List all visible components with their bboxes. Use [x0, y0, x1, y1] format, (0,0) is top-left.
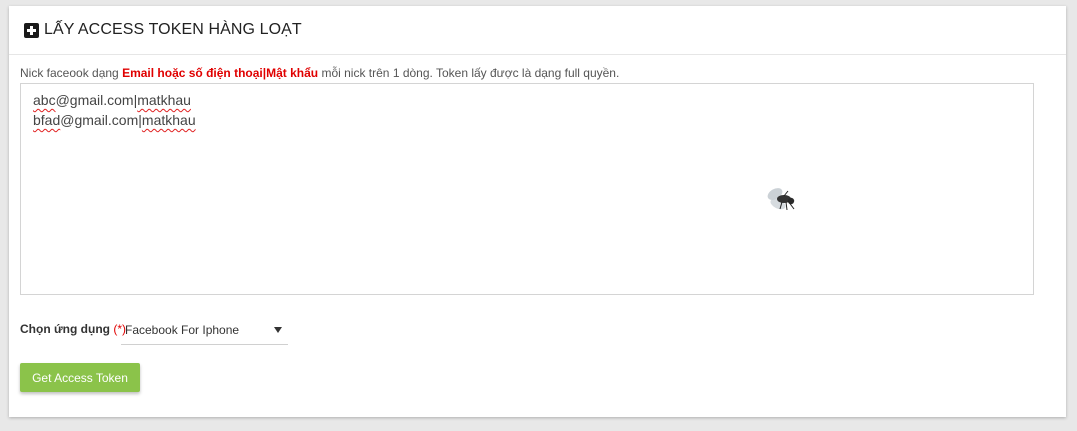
account-domain: @gmail.com| — [55, 92, 138, 108]
plus-square-icon — [24, 22, 39, 38]
hint-prefix: Nick faceook dạng — [20, 66, 123, 80]
app-select-value: Facebook For Iphone — [125, 323, 240, 337]
account-user: abc — [33, 92, 56, 108]
input-hint: Nick faceook dạng Email hoặc số điện tho… — [20, 66, 619, 80]
account-line: abc@gmail.com|matkhau — [33, 90, 1021, 110]
account-line: bfad@gmail.com|matkhau — [33, 110, 1021, 130]
get-access-token-button[interactable]: Get Access Token — [20, 363, 140, 392]
app-select-label: Chọn ứng dụng (*) — [20, 322, 127, 336]
page-title: LẤY ACCESS TOKEN HÀNG LOẠT — [44, 21, 302, 38]
chevron-down-icon — [274, 327, 282, 333]
account-domain: @gmail.com| — [60, 112, 142, 128]
hint-format: Email hoặc số điện thoại|Mật khẩu — [122, 66, 319, 80]
account-user: bfad — [33, 112, 61, 128]
app-select[interactable]: Facebook For Iphone — [121, 316, 288, 345]
panel-header: LẤY ACCESS TOKEN HÀNG LOẠT — [9, 6, 1066, 55]
hint-suffix: mỗi nick trên 1 dòng. Token lấy được là … — [318, 66, 620, 80]
account-password: matkhau — [141, 112, 196, 128]
account-password: matkhau — [137, 92, 191, 108]
accounts-textarea[interactable]: abc@gmail.com|matkhau bfad@gmail.com|mat… — [20, 83, 1034, 295]
fly-icon — [767, 188, 795, 211]
